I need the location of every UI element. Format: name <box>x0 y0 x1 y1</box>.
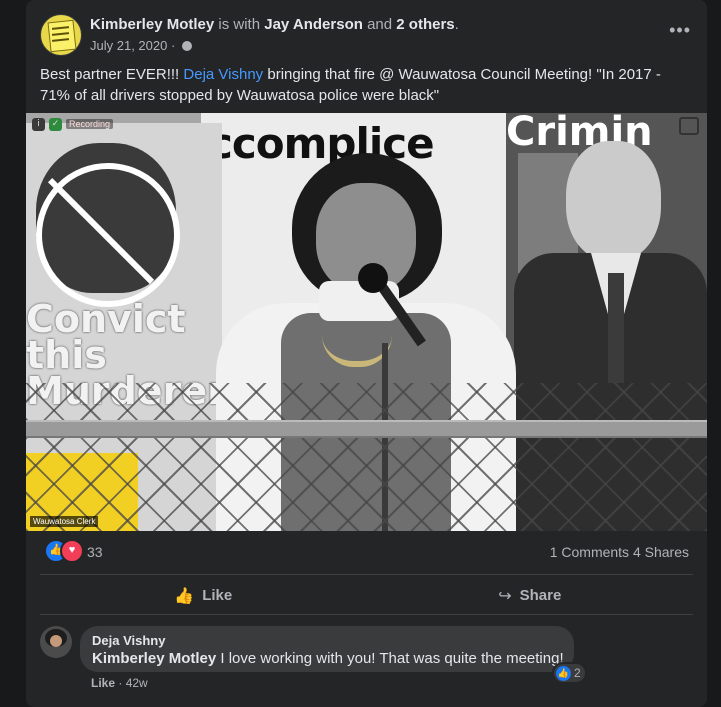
comment-reactions[interactable]: 👍 2 <box>554 664 585 682</box>
info-icon[interactable]: i <box>32 117 45 131</box>
comment-mention[interactable]: Kimberley Motley <box>92 650 216 667</box>
author-line: Kimberley Motley is with Jay Anderson an… <box>90 16 459 33</box>
expand-icon[interactable] <box>679 117 699 135</box>
meta-dot: · <box>170 38 176 53</box>
period: . <box>454 16 459 33</box>
comment-body: I love working with you! That was quite … <box>216 650 564 667</box>
fence-rail <box>26 420 707 438</box>
more-options-icon[interactable]: ••• <box>669 20 691 41</box>
comment-text: Kimberley Motley I love working with you… <box>92 650 564 667</box>
share-label: Share <box>519 586 562 604</box>
share-icon: ↪ <box>498 585 512 605</box>
comment-meta: Like · 42w <box>91 676 148 690</box>
comments-count[interactable]: 1 Comments <box>550 544 629 560</box>
author-name[interactable]: Kimberley Motley <box>90 16 214 33</box>
recording-bar: i ✓ Recording <box>32 117 114 131</box>
reaction-stats: 👍 ♥ 33 1 Comments 4 Shares <box>40 536 689 564</box>
post-text-before: Best partner EVER!!! <box>40 66 184 83</box>
post-meta: July 21, 2020 · <box>90 38 192 53</box>
video-player[interactable]: ccomplice Crimin Convict this Murderer i… <box>26 113 707 531</box>
author-avatar[interactable] <box>40 14 82 56</box>
divider-top <box>40 574 693 575</box>
shield-icon: ✓ <box>49 117 62 131</box>
like-button[interactable]: 👍 Like <box>40 576 367 614</box>
portrait-tie <box>608 273 624 383</box>
video-caption: Wauwatosa Clerk <box>30 516 99 527</box>
and-text: and <box>367 16 393 33</box>
comment-reaction-count: 2 <box>574 666 581 680</box>
portrait-face <box>566 141 661 261</box>
comment: Deja Vishny Kimberley Motley I love work… <box>40 626 693 696</box>
comment-age[interactable]: 42w <box>126 676 148 690</box>
post-header: Kimberley Motley is with Jay Anderson an… <box>40 14 693 58</box>
reaction-count[interactable]: 33 <box>87 544 103 560</box>
shares-count[interactable]: 4 Shares <box>633 544 689 560</box>
globe-icon <box>181 41 192 51</box>
comment-like-link[interactable]: Like <box>91 676 115 690</box>
comments-shares: 1 Comments 4 Shares <box>550 544 689 560</box>
comment-bubble: Deja Vishny Kimberley Motley I love work… <box>80 626 574 672</box>
share-button[interactable]: ↪ Share <box>367 576 694 614</box>
comment-like-icon: 👍 <box>556 665 571 681</box>
divider-bottom <box>40 614 693 615</box>
commenter-avatar[interactable] <box>40 626 72 658</box>
recording-label: Recording <box>66 119 114 129</box>
post-mention-link[interactable]: Deja Vishny <box>183 66 263 83</box>
tagged-user[interactable]: Jay Anderson <box>264 16 363 33</box>
post-text: Best partner EVER!!! Deja Vishny bringin… <box>40 64 680 106</box>
comment-meta-dot: · <box>118 676 123 690</box>
tagged-others[interactable]: 2 others <box>396 16 454 33</box>
action-bar: 👍 Like ↪ Share <box>40 576 693 614</box>
commenter-name[interactable]: Deja Vishny <box>92 633 165 648</box>
microphone-icon <box>358 263 388 293</box>
with-text: is with <box>218 16 261 33</box>
like-label: Like <box>202 586 233 604</box>
post-card: Kimberley Motley is with Jay Anderson an… <box>26 0 707 707</box>
thumbs-up-icon: 👍 <box>174 585 195 605</box>
love-reaction-icon[interactable]: ♥ <box>60 539 84 563</box>
chain-link-fence <box>26 383 707 531</box>
post-date[interactable]: July 21, 2020 <box>90 38 167 53</box>
